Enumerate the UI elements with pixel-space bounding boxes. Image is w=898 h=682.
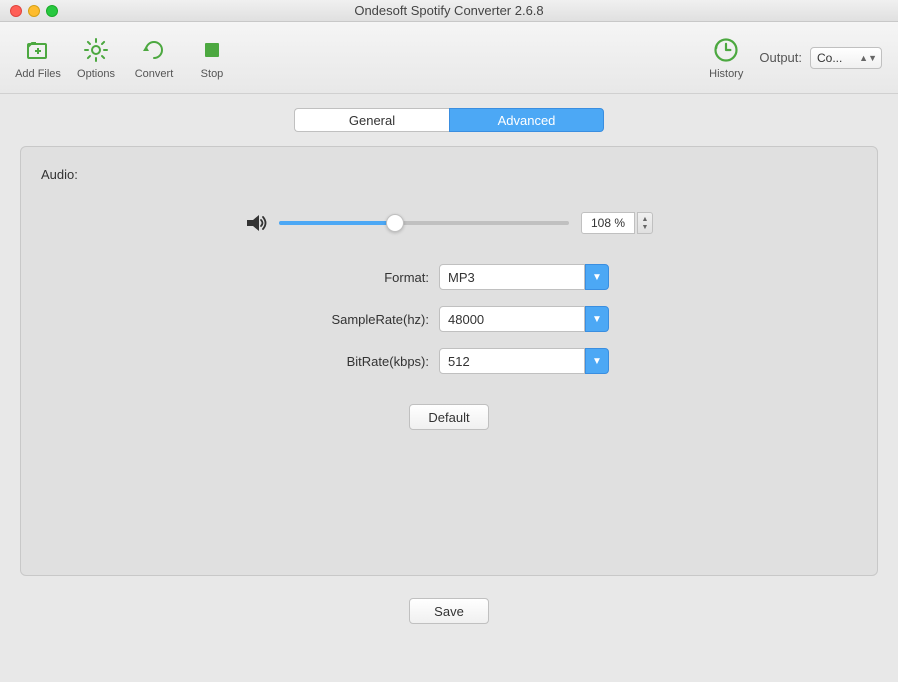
slider-fill bbox=[279, 221, 395, 225]
convert-button[interactable]: Convert bbox=[126, 28, 182, 88]
title-bar: Ondesoft Spotify Converter 2.6.8 bbox=[0, 0, 898, 22]
volume-row: 108 % ▲ ▼ bbox=[41, 212, 857, 234]
volume-value-group: 108 % ▲ ▼ bbox=[581, 212, 653, 234]
slider-track bbox=[279, 221, 569, 225]
stop-icon bbox=[198, 36, 226, 64]
maximize-button[interactable] bbox=[46, 5, 58, 17]
sample-rate-row: SampleRate(hz): 48000 ▼ bbox=[41, 306, 857, 332]
convert-icon bbox=[140, 36, 168, 64]
sample-rate-label: SampleRate(hz): bbox=[289, 312, 439, 327]
slider-thumb[interactable] bbox=[386, 214, 404, 232]
bit-rate-dropdown-button[interactable]: ▼ bbox=[585, 348, 609, 374]
toolbar: Add Files Options Convert bbox=[0, 22, 898, 94]
tab-advanced-label: Advanced bbox=[498, 113, 556, 128]
bit-rate-label: BitRate(kbps): bbox=[289, 354, 439, 369]
speaker-icon bbox=[245, 213, 267, 233]
bit-rate-row: BitRate(kbps): 512 ▼ bbox=[41, 348, 857, 374]
output-value: Co... bbox=[817, 51, 842, 65]
output-group: Output: Co... ▲▼ bbox=[759, 47, 882, 69]
output-select[interactable]: Co... ▲▼ bbox=[810, 47, 882, 69]
save-btn-row: Save bbox=[0, 598, 898, 624]
bit-rate-select[interactable]: 512 bbox=[439, 348, 585, 374]
window-title: Ondesoft Spotify Converter 2.6.8 bbox=[354, 3, 543, 18]
options-label: Options bbox=[77, 68, 115, 80]
stepper-down-icon[interactable]: ▼ bbox=[642, 224, 649, 231]
tab-general[interactable]: General bbox=[294, 108, 449, 132]
default-button[interactable]: Default bbox=[409, 404, 489, 430]
stop-label: Stop bbox=[201, 68, 224, 80]
toolbar-right-group: History Output: Co... ▲▼ bbox=[709, 36, 882, 80]
advanced-panel: Audio: 108 % ▲ ▼ bbox=[20, 146, 878, 576]
sample-rate-select[interactable]: 48000 bbox=[439, 306, 585, 332]
tab-advanced[interactable]: Advanced bbox=[449, 108, 604, 132]
default-btn-row: Default bbox=[41, 404, 857, 430]
format-dropdown-button[interactable]: ▼ bbox=[585, 264, 609, 290]
format-label: Format: bbox=[289, 270, 439, 285]
options-button[interactable]: Options bbox=[68, 28, 124, 88]
close-button[interactable] bbox=[10, 5, 22, 17]
volume-value: 108 % bbox=[581, 212, 635, 234]
toolbar-left-group: Add Files Options Convert bbox=[10, 28, 240, 88]
bit-rate-value: 512 bbox=[448, 354, 470, 369]
default-label: Default bbox=[428, 410, 469, 425]
stepper-up-icon[interactable]: ▲ bbox=[642, 216, 649, 223]
traffic-lights[interactable] bbox=[10, 5, 58, 17]
save-label: Save bbox=[434, 604, 464, 619]
convert-label: Convert bbox=[135, 68, 174, 80]
volume-stepper[interactable]: ▲ ▼ bbox=[637, 212, 653, 234]
volume-slider-container[interactable] bbox=[279, 213, 569, 233]
format-row: Format: MP3 ▼ bbox=[41, 264, 857, 290]
minimize-button[interactable] bbox=[28, 5, 40, 17]
content-area: General Advanced Audio: bbox=[0, 94, 898, 624]
add-files-icon bbox=[24, 36, 52, 64]
tab-bar: General Advanced bbox=[0, 108, 898, 132]
audio-section-label: Audio: bbox=[41, 167, 857, 182]
add-files-button[interactable]: Add Files bbox=[10, 28, 66, 88]
add-files-label: Add Files bbox=[15, 68, 61, 80]
format-value: MP3 bbox=[448, 270, 475, 285]
history-label: History bbox=[709, 68, 743, 80]
stop-button[interactable]: Stop bbox=[184, 28, 240, 88]
format-select[interactable]: MP3 bbox=[439, 264, 585, 290]
sample-rate-value: 48000 bbox=[448, 312, 484, 327]
gear-icon bbox=[82, 36, 110, 64]
output-chevron-icon: ▲▼ bbox=[859, 53, 877, 63]
sample-rate-chevron-icon: ▼ bbox=[592, 314, 602, 325]
history-button[interactable]: History bbox=[709, 36, 743, 80]
history-icon bbox=[712, 36, 740, 64]
sample-rate-dropdown-button[interactable]: ▼ bbox=[585, 306, 609, 332]
save-button[interactable]: Save bbox=[409, 598, 489, 624]
output-label: Output: bbox=[759, 50, 802, 65]
format-chevron-icon: ▼ bbox=[592, 272, 602, 283]
bit-rate-chevron-icon: ▼ bbox=[592, 356, 602, 367]
tab-general-label: General bbox=[349, 113, 395, 128]
